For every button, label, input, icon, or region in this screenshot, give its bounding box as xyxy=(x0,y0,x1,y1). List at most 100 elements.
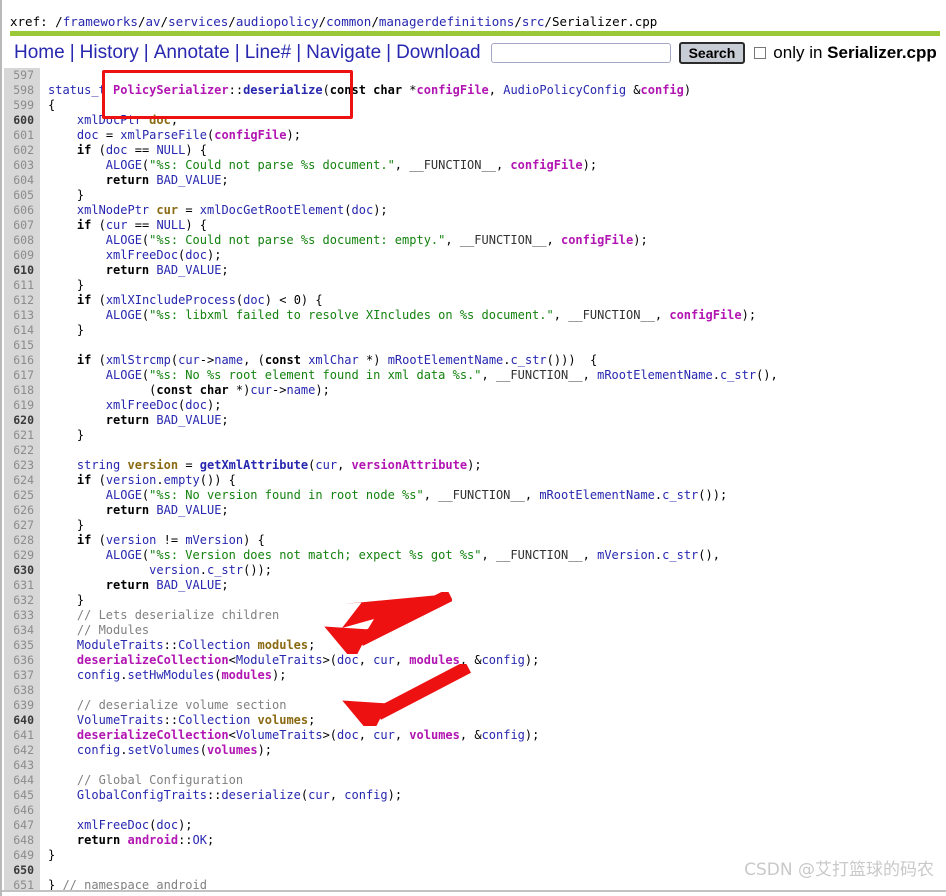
line-number[interactable]: 631 xyxy=(4,578,40,593)
line-number[interactable]: 629 xyxy=(4,548,40,563)
line-number[interactable]: 632 xyxy=(4,593,40,608)
line-number[interactable]: 609 xyxy=(4,248,40,263)
line-number[interactable]: 612 xyxy=(4,293,40,308)
code-text: ALOGE("%s: No %s root element found in x… xyxy=(105,368,778,382)
line-number[interactable]: 647 xyxy=(4,818,40,833)
code-text: ModuleTraits::Collection modules; xyxy=(76,638,316,652)
line-number[interactable]: 602 xyxy=(4,143,40,158)
line-number[interactable]: 640 xyxy=(4,713,40,728)
accent-divider xyxy=(10,31,940,36)
line-number[interactable]: 597 xyxy=(4,68,40,83)
line-number[interactable]: 617 xyxy=(4,368,40,383)
line-number[interactable]: 643 xyxy=(4,758,40,773)
code-line: 645 GlobalConfigTraits::deserialize(cur,… xyxy=(4,788,946,803)
line-number[interactable]: 649 xyxy=(4,848,40,863)
breadcrumb-link[interactable]: common xyxy=(326,14,371,29)
code-text: return BAD_VALUE; xyxy=(105,578,229,592)
line-number[interactable]: 645 xyxy=(4,788,40,803)
breadcrumb-link[interactable]: src xyxy=(522,14,545,29)
line-number[interactable]: 603 xyxy=(4,158,40,173)
line-number[interactable]: 599 xyxy=(4,98,40,113)
nav-item-download[interactable]: Download xyxy=(392,42,485,63)
code-text: if (xmlXIncludeProcess(doc) < 0) { xyxy=(76,293,323,307)
breadcrumb-link[interactable]: frameworks xyxy=(63,14,138,29)
code-text: } xyxy=(76,518,85,532)
line-number[interactable]: 604 xyxy=(4,173,40,188)
code-text: ALOGE("%s: Could not parse %s document."… xyxy=(105,158,598,172)
path-separator: / xyxy=(544,14,552,29)
breadcrumb-link[interactable]: services xyxy=(168,14,228,29)
line-number[interactable]: 622 xyxy=(4,443,40,458)
line-number[interactable]: 630 xyxy=(4,563,40,578)
line-number[interactable]: 638 xyxy=(4,683,40,698)
code-line: 648 return android::OK; xyxy=(4,833,946,848)
code-line: 627 } xyxy=(4,518,946,533)
only-in-prefix: only in xyxy=(773,43,828,62)
toolbar: Home | History | Annotate | Line# | Navigate | Dow… xyxy=(10,40,937,66)
line-number[interactable]: 646 xyxy=(4,803,40,818)
line-number[interactable]: 637 xyxy=(4,668,40,683)
line-number[interactable]: 626 xyxy=(4,503,40,518)
code-line: 602 if (doc == NULL) { xyxy=(4,143,946,158)
nav-item-navigate[interactable]: Navigate xyxy=(302,42,385,63)
line-number[interactable]: 650 xyxy=(4,863,40,878)
line-number[interactable]: 634 xyxy=(4,623,40,638)
line-number[interactable]: 608 xyxy=(4,233,40,248)
line-number[interactable]: 619 xyxy=(4,398,40,413)
code-text: config.setHwModules(modules); xyxy=(76,668,287,682)
line-number[interactable]: 648 xyxy=(4,833,40,848)
line-number[interactable]: 624 xyxy=(4,473,40,488)
line-number[interactable]: 601 xyxy=(4,128,40,143)
code-line: 633 // Lets deserialize children xyxy=(4,608,946,623)
code-text: GlobalConfigTraits::deserialize(cur, con… xyxy=(76,788,403,802)
line-number[interactable]: 641 xyxy=(4,728,40,743)
line-number[interactable]: 618 xyxy=(4,383,40,398)
line-number[interactable]: 633 xyxy=(4,608,40,623)
nav-separator: | xyxy=(143,42,149,63)
code-line: 598 status_t PolicySerializer::deserializ… xyxy=(4,83,946,98)
line-number[interactable]: 610 xyxy=(4,263,40,278)
line-number[interactable]: 614 xyxy=(4,323,40,338)
code-text: // Lets deserialize children xyxy=(76,608,280,622)
line-number[interactable]: 611 xyxy=(4,278,40,293)
line-number[interactable]: 621 xyxy=(4,428,40,443)
nav-item-line[interactable]: Line# xyxy=(241,42,296,63)
line-number[interactable]: 644 xyxy=(4,773,40,788)
line-number[interactable]: 623 xyxy=(4,458,40,473)
line-number[interactable]: 598 xyxy=(4,83,40,98)
nav-item-history[interactable]: History xyxy=(76,42,143,63)
line-number[interactable]: 607 xyxy=(4,218,40,233)
line-number[interactable]: 620 xyxy=(4,413,40,428)
line-number[interactable]: 627 xyxy=(4,518,40,533)
line-number[interactable]: 613 xyxy=(4,308,40,323)
line-number[interactable]: 605 xyxy=(4,188,40,203)
search-input[interactable] xyxy=(490,43,671,63)
search-button[interactable]: Search xyxy=(678,42,746,64)
code-line: 635 ModuleTraits::Collection modules; xyxy=(4,638,946,653)
nav-item-annotate[interactable]: Annotate xyxy=(150,42,234,63)
line-number[interactable]: 635 xyxy=(4,638,40,653)
line-number[interactable]: 616 xyxy=(4,353,40,368)
line-number[interactable]: 636 xyxy=(4,653,40,668)
code-text: } xyxy=(48,848,56,862)
code-line: 623 string version = getXmlAttribute(cur… xyxy=(4,458,946,473)
code-line: 643 xyxy=(4,758,946,773)
line-number[interactable]: 642 xyxy=(4,743,40,758)
line-number[interactable]: 615 xyxy=(4,338,40,353)
code-line: 609 xmlFreeDoc(doc); xyxy=(4,248,946,263)
breadcrumb-link[interactable]: managerdefinitions xyxy=(379,14,514,29)
only-in-file-checkbox[interactable] xyxy=(754,47,767,59)
line-number[interactable]: 625 xyxy=(4,488,40,503)
line-number[interactable]: 639 xyxy=(4,698,40,713)
code-text: if (version.empty()) { xyxy=(76,473,236,487)
breadcrumb-link[interactable]: audiopolicy xyxy=(236,14,319,29)
line-number[interactable]: 600 xyxy=(4,113,40,128)
code-text: if (xmlStrcmp(cur->name, (const xmlChar … xyxy=(76,353,598,367)
line-number[interactable]: 606 xyxy=(4,203,40,218)
breadcrumb-link[interactable]: av xyxy=(145,14,160,29)
nav-item-home[interactable]: Home xyxy=(10,42,69,63)
nav-separator: | xyxy=(69,42,75,63)
line-number[interactable]: 628 xyxy=(4,533,40,548)
code-line: 624 if (version.empty()) { xyxy=(4,473,946,488)
